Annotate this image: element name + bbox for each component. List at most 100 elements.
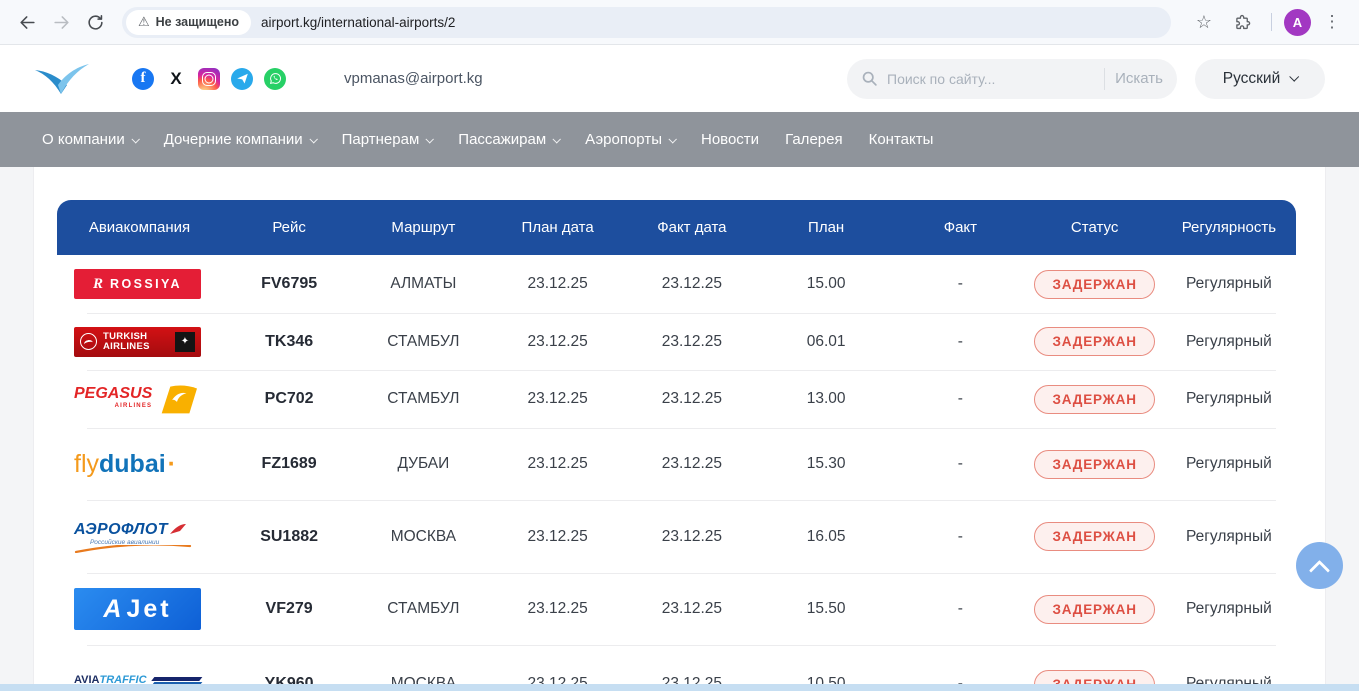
back-icon[interactable]: [10, 5, 44, 39]
site-search: Искать: [847, 59, 1177, 99]
status-cell: ЗАДЕРЖАН: [1028, 385, 1162, 414]
nav-item-about[interactable]: О компании: [42, 131, 138, 148]
forward-icon[interactable]: [44, 5, 78, 39]
airline-logo-cell: АЭРОФЛОТ Российские авиалинии: [57, 521, 222, 553]
address-bar[interactable]: ⚠ Не защищено airport.kg/international-a…: [122, 7, 1171, 38]
security-chip-label: Не защищено: [156, 15, 239, 29]
bookmark-star-icon[interactable]: ☆: [1187, 5, 1221, 39]
fact-time: -: [893, 275, 1027, 293]
status-cell: ЗАДЕРЖАН: [1028, 450, 1162, 479]
flight-number: TK346: [222, 333, 356, 351]
telegram-icon[interactable]: [231, 68, 253, 90]
profile-avatar[interactable]: A: [1284, 9, 1311, 36]
status-cell: ЗАДЕРЖАН: [1028, 327, 1162, 356]
turkish-bird-icon: [80, 333, 97, 350]
flights-table: Авиакомпания Рейс Маршрут План дата Факт…: [57, 200, 1296, 691]
table-row-flydubai: fly dubai · FZ1689 ДУБАИ 23.12.25 23.12.…: [57, 428, 1296, 500]
fact-date: 23.12.25: [625, 600, 759, 618]
fact-time: -: [893, 390, 1027, 408]
flight-number: VF279: [222, 600, 356, 618]
url-text[interactable]: airport.kg/international-airports/2: [261, 15, 455, 30]
col-header-fact: Факт: [893, 219, 1027, 236]
search-input[interactable]: [887, 71, 1094, 87]
nav-item-contacts[interactable]: Контакты: [869, 131, 934, 148]
search-submit-button[interactable]: Искать: [1115, 70, 1163, 87]
table-row-aeroflot: АЭРОФЛОТ Российские авиалинии SU1882 МОС…: [57, 500, 1296, 573]
regularity: Регулярный: [1162, 275, 1296, 293]
pegasus-tail-icon: [155, 383, 197, 415]
language-selector[interactable]: Русский: [1195, 59, 1325, 99]
instagram-icon[interactable]: [198, 68, 220, 90]
aeroflot-wing-icon: [170, 524, 186, 536]
security-chip[interactable]: ⚠ Не защищено: [126, 10, 251, 35]
col-header-plan-date: План дата: [491, 219, 625, 236]
plan-date: 23.12.25: [491, 333, 625, 351]
flight-number: FV6795: [222, 275, 356, 293]
route: СТАМБУЛ: [356, 390, 490, 408]
contact-email-link[interactable]: vpmanas@airport.kg: [344, 70, 483, 87]
route: СТАМБУЛ: [356, 333, 490, 351]
plan-time: 16.05: [759, 528, 893, 546]
rossiya-logo: R ROSSIYA: [74, 269, 201, 299]
regularity: Регулярный: [1162, 528, 1296, 546]
turkish-airlines-logo: TURKISH AIRLINES ✦: [74, 327, 201, 357]
reload-icon[interactable]: [78, 5, 112, 39]
chevron-down-icon: [668, 135, 676, 143]
chevron-down-icon: [131, 135, 139, 143]
regularity: Регулярный: [1162, 333, 1296, 351]
regularity: Регулярный: [1162, 600, 1296, 618]
nav-item-airports[interactable]: Аэропорты: [585, 131, 675, 148]
ajet-logo: A Jet: [74, 588, 201, 630]
fact-time: -: [893, 528, 1027, 546]
table-body: R ROSSIYA FV6795 АЛМАТЫ 23.12.25 23.12.2…: [57, 255, 1296, 691]
table-row-rossiya: R ROSSIYA FV6795 АЛМАТЫ 23.12.25 23.12.2…: [57, 255, 1296, 313]
col-header-flight: Рейс: [222, 219, 356, 236]
nav-item-partners[interactable]: Партнерам: [342, 131, 433, 148]
page-content: Авиакомпания Рейс Маршрут План дата Факт…: [33, 167, 1326, 691]
whatsapp-icon[interactable]: [264, 68, 286, 90]
plan-time: 15.00: [759, 275, 893, 293]
flight-number: PC702: [222, 390, 356, 408]
col-header-status: Статус: [1028, 219, 1162, 236]
facebook-icon[interactable]: f: [132, 68, 154, 90]
chevron-down-icon: [553, 135, 561, 143]
nav-item-subsidiaries[interactable]: Дочерние компании: [164, 131, 316, 148]
fact-time: -: [893, 455, 1027, 473]
pegasus-logo: PEGASUS AIRLINES: [74, 383, 197, 415]
x-twitter-icon[interactable]: X: [165, 68, 187, 90]
route: ДУБАИ: [356, 455, 490, 473]
flight-number: SU1882: [222, 528, 356, 546]
extensions-icon[interactable]: [1225, 5, 1259, 39]
site-header: f X vpmanas@airport.kg Искать Русский: [0, 45, 1359, 112]
airline-logo-cell: R ROSSIYA: [57, 269, 222, 299]
fact-date: 23.12.25: [625, 275, 759, 293]
status-badge: ЗАДЕРЖАН: [1034, 270, 1154, 299]
status-cell: ЗАДЕРЖАН: [1028, 522, 1162, 551]
col-header-route: Маршрут: [356, 219, 490, 236]
status-cell: ЗАДЕРЖАН: [1028, 270, 1162, 299]
browser-toolbar: ⚠ Не защищено airport.kg/international-a…: [0, 0, 1359, 45]
col-header-fact-date: Факт дата: [625, 219, 759, 236]
plan-date: 23.12.25: [491, 455, 625, 473]
status-badge: ЗАДЕРЖАН: [1034, 385, 1154, 414]
fact-date: 23.12.25: [625, 455, 759, 473]
plan-time: 15.50: [759, 600, 893, 618]
plan-time: 13.00: [759, 390, 893, 408]
col-header-airline: Авиакомпания: [57, 219, 222, 236]
table-row-turkish-airlines: TURKISH AIRLINES ✦ TK346 СТАМБУЛ 23.12.2…: [57, 313, 1296, 370]
status-badge: ЗАДЕРЖАН: [1034, 522, 1154, 551]
search-icon: [861, 70, 878, 87]
col-header-regularity: Регулярность: [1162, 219, 1296, 236]
manas-airport-logo[interactable]: [34, 61, 90, 97]
plan-date: 23.12.25: [491, 600, 625, 618]
nav-item-gallery[interactable]: Галерея: [785, 131, 843, 148]
menu-kebab-icon[interactable]: ⋮: [1315, 5, 1349, 39]
main-navigation: О компании Дочерние компании Партнерам П…: [0, 112, 1359, 167]
nav-item-passengers[interactable]: Пассажирам: [458, 131, 559, 148]
nav-item-news[interactable]: Новости: [701, 131, 759, 148]
language-label: Русский: [1223, 70, 1281, 88]
table-header-row: Авиакомпания Рейс Маршрут План дата Факт…: [57, 200, 1296, 255]
status-badge: ЗАДЕРЖАН: [1034, 450, 1154, 479]
aeroflot-logo: АЭРОФЛОТ Российские авиалинии: [74, 521, 192, 553]
scroll-to-top-button[interactable]: [1296, 542, 1343, 589]
